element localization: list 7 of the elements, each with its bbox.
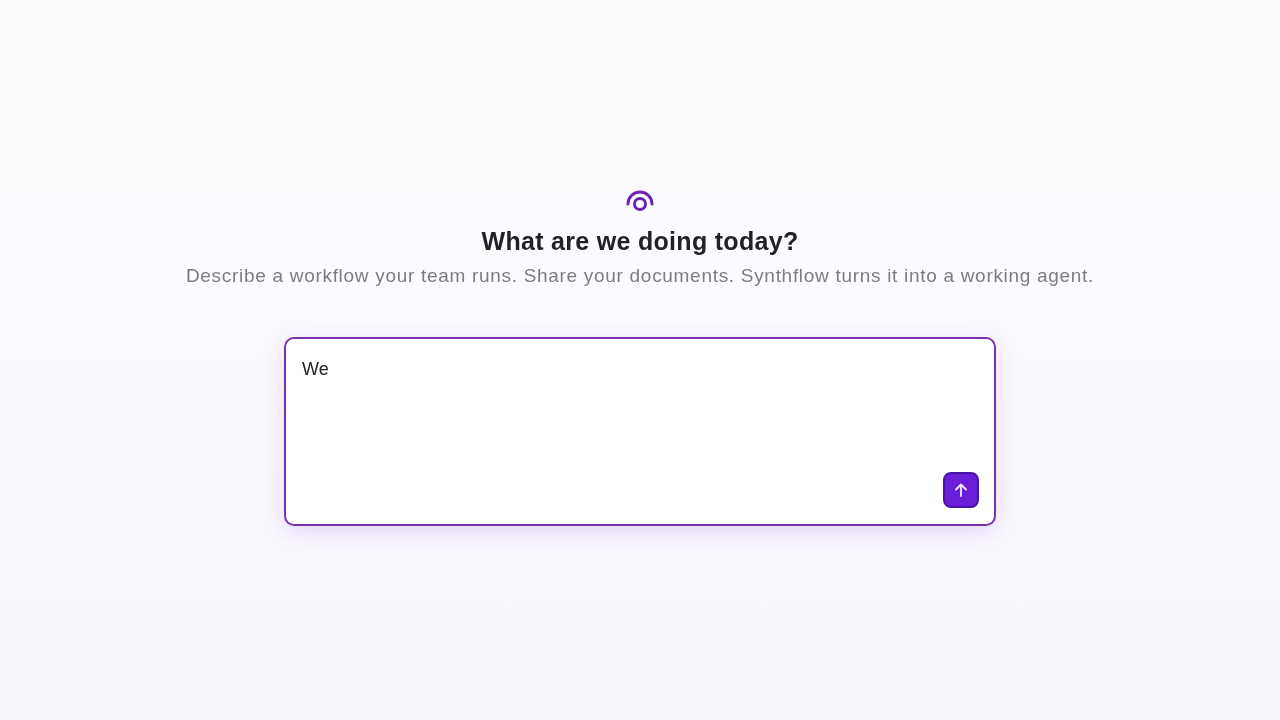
prompt-field[interactable]: We xyxy=(284,337,996,526)
prompt-input[interactable]: We xyxy=(302,357,978,472)
arrow-up-icon xyxy=(953,482,969,498)
send-button[interactable] xyxy=(943,472,979,508)
page-subtitle: Describe a workflow your team runs. Share your documents. Synthflow turns it into a working agent. xyxy=(185,264,1095,288)
ring-arc-logo-icon xyxy=(625,188,655,212)
page-heading: What are we doing today? xyxy=(481,226,799,256)
